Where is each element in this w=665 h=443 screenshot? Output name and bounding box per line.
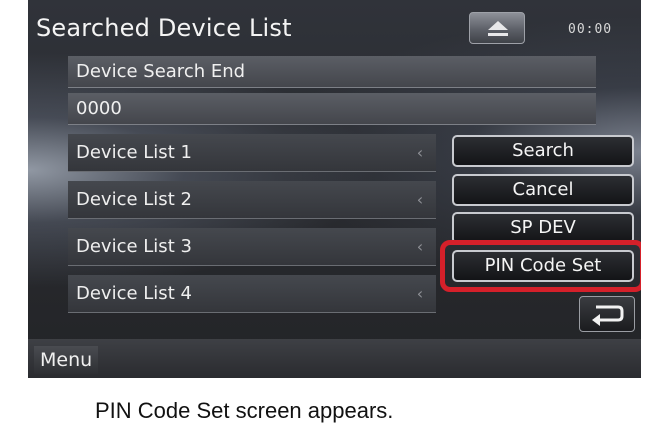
chevron-left-icon: ‹ [416,237,424,256]
search-button[interactable]: Search [452,135,634,167]
title-bar: Searched Device List 00:00 [28,0,641,52]
clock: 00:00 [568,22,613,37]
screen-title: Searched Device List [36,14,292,42]
bottom-bar: Menu [28,339,641,378]
device-list-item-label: Device List 4 [76,283,192,304]
search-status: Device Search End [68,56,596,88]
device-screen: Searched Device List 00:00 Device Search… [28,0,641,378]
pin-code-set-highlight [440,240,641,292]
eject-button[interactable] [469,12,525,44]
device-list-item-3[interactable]: Device List 3 [68,228,436,266]
chevron-left-icon: ‹ [416,143,424,162]
device-list-item-label: Device List 2 [76,189,192,210]
menu-button[interactable]: Menu [34,346,99,374]
eject-icon [488,21,508,36]
pin-code-value: 0000 [68,93,596,125]
chevron-left-icon: ‹ [416,190,424,209]
back-button[interactable] [579,296,635,332]
device-list-item-label: Device List 1 [76,142,192,163]
device-list-item-1[interactable]: Device List 1 [68,134,436,172]
return-arrow-icon [592,305,624,326]
chevron-left-icon: ‹ [416,284,424,303]
device-list-item-2[interactable]: Device List 2 [68,181,436,219]
caption-text: PIN Code Set screen appears. [95,398,394,423]
device-list-item-4[interactable]: Device List 4 [68,275,436,313]
device-list-item-label: Device List 3 [76,236,192,257]
cancel-button[interactable]: Cancel [452,174,634,206]
